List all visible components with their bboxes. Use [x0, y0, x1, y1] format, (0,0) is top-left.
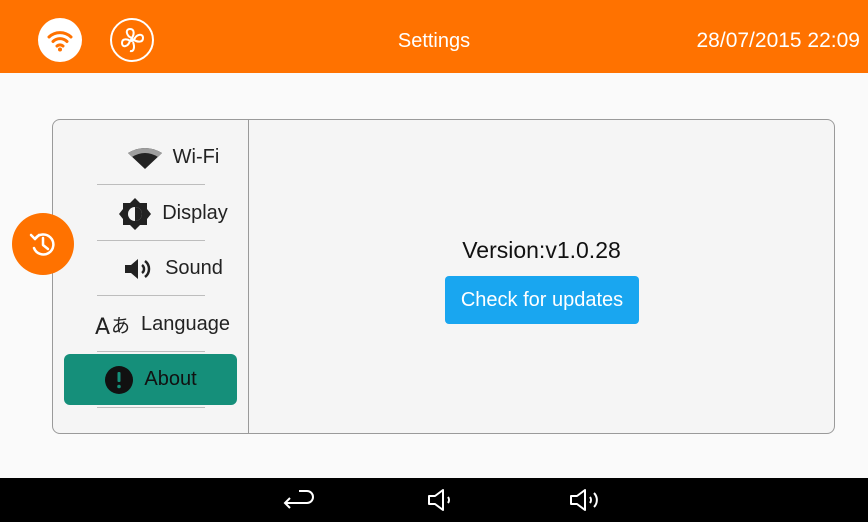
- menu-divider: [97, 407, 205, 408]
- menu-divider: [97, 295, 205, 296]
- sidebar-item-sound[interactable]: Sound: [98, 241, 248, 296]
- sidebar-item-label: Display: [162, 202, 228, 224]
- volume-down-icon: [428, 489, 450, 511]
- volume-down-button[interactable]: [427, 488, 459, 519]
- sidebar-item-label: Wi-Fi: [172, 146, 220, 168]
- menu-divider: [97, 184, 205, 185]
- back-button[interactable]: [281, 488, 317, 517]
- menu-divider: [97, 351, 205, 352]
- panel-divider: [248, 120, 249, 433]
- sidebar-item-label: Language: [141, 313, 230, 335]
- navigation-bar: [0, 478, 868, 522]
- check-updates-button[interactable]: Check for updates: [445, 276, 639, 324]
- version-text: Version:v1.0.28: [462, 237, 621, 263]
- back-icon: [283, 490, 314, 509]
- language-icon: A あ: [95, 311, 135, 339]
- volume-up-icon: [570, 489, 598, 511]
- top-bar: Settings 28/07/2015 22:09: [0, 0, 868, 73]
- sidebar-item-language[interactable]: A あ Language: [77, 297, 248, 352]
- datetime-label: 28/07/2015 22:09: [696, 29, 861, 52]
- restore-button[interactable]: [12, 213, 74, 275]
- svg-text:あ: あ: [111, 315, 130, 337]
- wifi-icon: [127, 147, 163, 169]
- sidebar-item-label: Sound: [165, 257, 223, 279]
- volume-up-button[interactable]: [569, 488, 603, 519]
- sidebar-item-label: About: [144, 368, 197, 390]
- sidebar-item-wifi[interactable]: Wi-Fi: [98, 130, 248, 185]
- speaker-icon: [123, 256, 155, 282]
- brightness-icon: [118, 197, 152, 231]
- svg-text:A: A: [95, 315, 110, 339]
- sidebar-item-about[interactable]: About: [64, 354, 237, 405]
- info-icon: [104, 365, 134, 395]
- restore-icon: [29, 233, 55, 256]
- sidebar-item-display[interactable]: Display: [98, 186, 248, 241]
- settings-panel: Wi-Fi Display Sound A あ Language About V…: [52, 119, 835, 434]
